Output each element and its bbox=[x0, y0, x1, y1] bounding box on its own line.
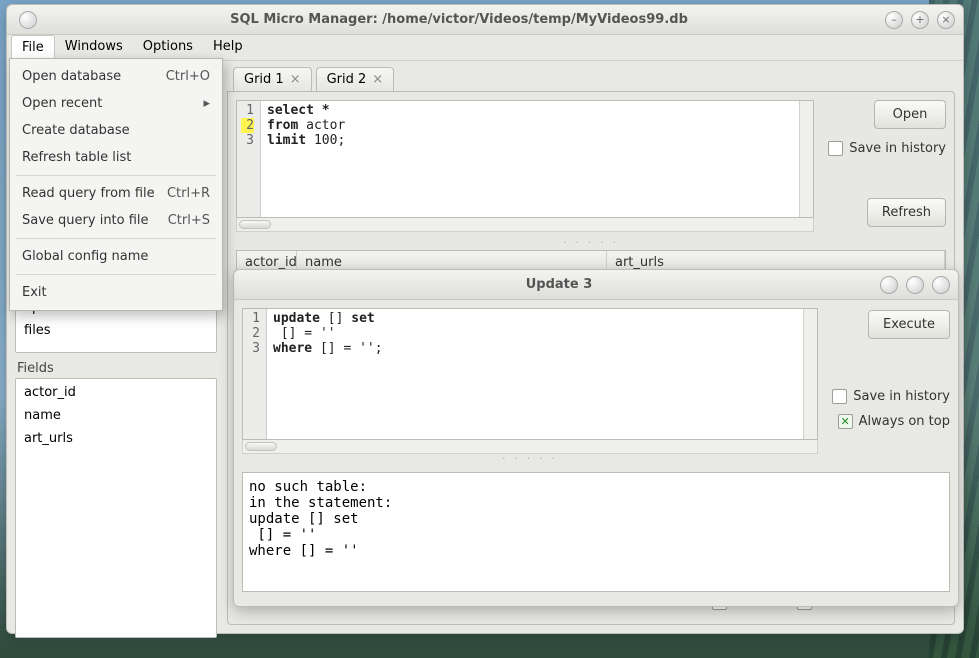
update-editor[interactable]: 123 update [] set [] = '' where [] = ''; bbox=[242, 308, 818, 440]
menu-exit[interactable]: Exit bbox=[10, 279, 222, 306]
menu-open-database[interactable]: Open database Ctrl+O bbox=[10, 63, 222, 90]
field-item-actor-id[interactable]: actor_id bbox=[16, 381, 216, 404]
tab-close-icon[interactable]: × bbox=[290, 72, 301, 87]
close-icon[interactable] bbox=[932, 276, 950, 294]
menu-save-query[interactable]: Save query into file Ctrl+S bbox=[10, 207, 222, 234]
menu-windows[interactable]: Windows bbox=[55, 35, 133, 60]
scrollbar-vertical[interactable] bbox=[799, 101, 813, 217]
minimize-icon[interactable]: – bbox=[885, 11, 903, 29]
titlebar[interactable]: SQL Micro Manager: /home/victor/Videos/t… bbox=[7, 5, 963, 35]
chevron-right-icon: ▸ bbox=[203, 96, 210, 111]
menu-file[interactable]: File bbox=[11, 35, 55, 60]
table-item-files[interactable]: files bbox=[16, 319, 216, 342]
save-in-history-check[interactable]: Save in history bbox=[832, 389, 950, 404]
update-window-title: Update 3 bbox=[242, 277, 876, 292]
menu-global-config[interactable]: Global config name bbox=[10, 243, 222, 270]
checkbox-icon[interactable]: ✕ bbox=[838, 414, 853, 429]
maximize-icon[interactable] bbox=[906, 276, 924, 294]
update-code[interactable]: update [] set [] = '' where [] = ''; bbox=[267, 309, 389, 439]
tab-label: Grid 1 bbox=[244, 72, 284, 87]
menu-options[interactable]: Options bbox=[133, 35, 203, 60]
menu-open-recent[interactable]: Open recent ▸ bbox=[10, 90, 222, 117]
update-window: Update 3 123 update [] set [] = '' where… bbox=[233, 269, 959, 607]
pane-splitter[interactable]: · · · · · bbox=[236, 238, 946, 250]
fields-label: Fields bbox=[17, 361, 217, 376]
tabs: Grid 1 × Grid 2 × bbox=[227, 63, 955, 91]
field-item-art-urls[interactable]: art_urls bbox=[16, 427, 216, 450]
pane-splitter[interactable]: · · · · · bbox=[242, 454, 818, 466]
menu-help[interactable]: Help bbox=[203, 35, 253, 60]
close-icon[interactable]: × bbox=[937, 11, 955, 29]
scrollbar-vertical[interactable] bbox=[803, 309, 817, 439]
tab-grid-2[interactable]: Grid 2 × bbox=[316, 67, 395, 91]
update-titlebar[interactable]: Update 3 bbox=[234, 270, 958, 300]
field-item-name[interactable]: name bbox=[16, 404, 216, 427]
fields-list[interactable]: actor_id name art_urls bbox=[15, 378, 217, 638]
gutter: 123 bbox=[243, 309, 267, 439]
save-in-history-check[interactable]: Save in history bbox=[828, 141, 946, 156]
execute-button[interactable]: Execute bbox=[868, 310, 950, 339]
window-menu-icon[interactable] bbox=[19, 11, 37, 29]
scrollbar-horizontal[interactable] bbox=[242, 440, 818, 454]
checkbox-icon[interactable] bbox=[828, 141, 843, 156]
window-title: SQL Micro Manager: /home/victor/Videos/t… bbox=[37, 12, 881, 27]
file-menu-dropdown: Open database Ctrl+O Open recent ▸ Creat… bbox=[9, 58, 223, 311]
scrollbar-horizontal[interactable] bbox=[236, 218, 814, 232]
gutter: 123 bbox=[237, 101, 261, 217]
tab-label: Grid 2 bbox=[327, 72, 367, 87]
query-editor[interactable]: 123 select * from actor limit 100; bbox=[236, 100, 814, 218]
always-on-top-check[interactable]: ✕ Always on top bbox=[838, 414, 950, 429]
tab-grid-1[interactable]: Grid 1 × bbox=[233, 67, 312, 91]
menu-create-database[interactable]: Create database bbox=[10, 117, 222, 144]
query-code[interactable]: select * from actor limit 100; bbox=[261, 101, 351, 217]
open-button[interactable]: Open bbox=[874, 100, 946, 129]
menu-read-query[interactable]: Read query from file Ctrl+R bbox=[10, 180, 222, 207]
error-output[interactable]: no such table: in the statement: update … bbox=[242, 472, 950, 592]
refresh-button[interactable]: Refresh bbox=[867, 198, 946, 227]
minimize-icon[interactable] bbox=[880, 276, 898, 294]
menu-refresh-table-list[interactable]: Refresh table list bbox=[10, 144, 222, 171]
checkbox-icon[interactable] bbox=[832, 389, 847, 404]
maximize-icon[interactable]: + bbox=[911, 11, 929, 29]
tab-close-icon[interactable]: × bbox=[372, 72, 383, 87]
